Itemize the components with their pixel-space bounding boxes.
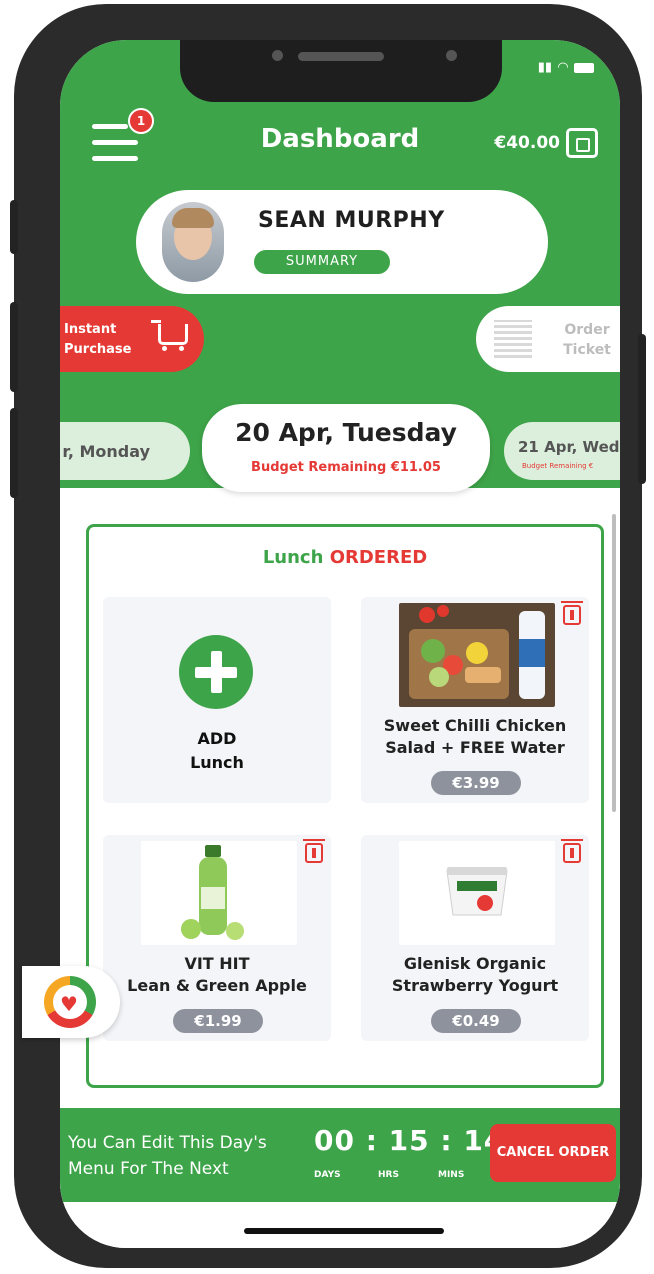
add-lunch-button[interactable]: ADD Lunch — [103, 597, 331, 803]
yogurt-image — [399, 841, 555, 945]
day-label: r, Monday — [62, 442, 150, 461]
home-indicator[interactable] — [244, 1228, 444, 1234]
juice-bottle-image — [141, 841, 297, 945]
delete-item-icon[interactable] — [561, 839, 583, 863]
order-status: ORDERED — [329, 547, 428, 568]
mute-switch — [10, 200, 18, 254]
profile-card[interactable]: SEAN MURPHY SUMMARY — [136, 190, 548, 294]
camera-dot — [272, 50, 283, 61]
day-tab-previous[interactable]: r, Monday — [60, 422, 190, 480]
order-ticket-button[interactable]: Order Ticket — [476, 306, 620, 372]
day-tab-current[interactable]: 20 Apr, Tuesday Budget Remaining €11.05 — [202, 404, 490, 492]
screen: ▮▮ ◠ 1 Dashboard €40.00 SEAN MURPHY SUMM… — [60, 40, 620, 1248]
cancel-order-button[interactable]: CANCEL ORDER — [490, 1124, 616, 1182]
item-name: VIT HIT Lean & Green Apple — [127, 954, 307, 995]
qr-code-icon — [494, 320, 532, 358]
wifi-icon: ◠ — [558, 60, 568, 75]
item-price: €3.99 — [431, 771, 521, 795]
wallet-balance: €40.00 — [494, 133, 560, 153]
item-name: Sweet Chilli Chicken Salad + FREE Water — [383, 716, 567, 757]
add-lunch-label: ADD Lunch — [190, 729, 244, 772]
order-item[interactable]: Sweet Chilli Chicken Salad + FREE Water … — [361, 597, 589, 803]
delete-item-icon[interactable] — [303, 839, 325, 863]
budget-remaining: Budget Remaining € — [522, 462, 594, 470]
timer-days-label: DAYS — [314, 1170, 341, 1180]
day-tab-next[interactable]: 21 Apr, Wedne Budget Remaining € — [504, 422, 620, 480]
day-label: 21 Apr, Wedne — [518, 438, 620, 456]
timer-mins-label: MINS — [438, 1170, 465, 1180]
order-item[interactable]: Glenisk Organic Strawberry Yogurt €0.49 — [361, 835, 589, 1041]
speaker — [298, 52, 384, 61]
edit-countdown-bar: You Can Edit This Day's Menu For The Nex… — [60, 1108, 620, 1202]
wallet-icon — [566, 128, 598, 158]
power-button — [638, 334, 646, 484]
volume-down-button — [10, 408, 18, 498]
heart-icon: ♥ — [60, 992, 78, 1016]
wallet-button[interactable]: €40.00 — [494, 128, 598, 158]
phone-frame: ▮▮ ◠ 1 Dashboard €40.00 SEAN MURPHY SUMM… — [10, 4, 646, 1268]
battery-icon — [574, 62, 594, 73]
cart-icon — [151, 320, 188, 351]
summary-button[interactable]: SUMMARY — [254, 250, 390, 274]
sensor-dot — [446, 50, 457, 61]
instant-purchase-label: Instant Purchase — [64, 322, 132, 357]
day-label: 20 Apr, Tuesday — [235, 418, 457, 447]
avatar — [162, 202, 224, 282]
plus-icon — [179, 635, 253, 709]
item-price: €0.49 — [431, 1009, 521, 1033]
notch — [180, 40, 502, 102]
status-bar: ▮▮ ◠ — [538, 60, 594, 75]
item-name: Glenisk Organic Strawberry Yogurt — [391, 954, 559, 995]
delete-item-icon[interactable] — [561, 601, 583, 625]
instant-purchase-button[interactable]: Instant Purchase — [60, 306, 204, 372]
profile-name: SEAN MURPHY — [258, 208, 445, 233]
budget-remaining: Budget Remaining €11.05 — [251, 460, 441, 475]
order-item[interactable]: VIT HIT Lean & Green Apple €1.99 — [103, 835, 331, 1041]
order-panel: Lunch ORDERED ADD Lunch Sweet Chilli Chi… — [86, 524, 604, 1088]
signal-icon: ▮▮ — [537, 60, 552, 75]
salad-image — [399, 603, 555, 707]
meal-label: Lunch — [262, 547, 324, 568]
health-score-button[interactable]: ♥ — [22, 966, 120, 1038]
order-ticket-label: Order Ticket — [563, 322, 611, 358]
volume-up-button — [10, 302, 18, 392]
countdown-timer: 00 : 15 : 14 — [314, 1124, 505, 1157]
panel-title: Lunch ORDERED — [89, 547, 601, 568]
timer-hrs-label: HRS — [378, 1170, 399, 1180]
edit-message: You Can Edit This Day's Menu For The Nex… — [68, 1133, 267, 1179]
item-price: €1.99 — [173, 1009, 263, 1033]
scrollbar[interactable] — [612, 514, 616, 812]
